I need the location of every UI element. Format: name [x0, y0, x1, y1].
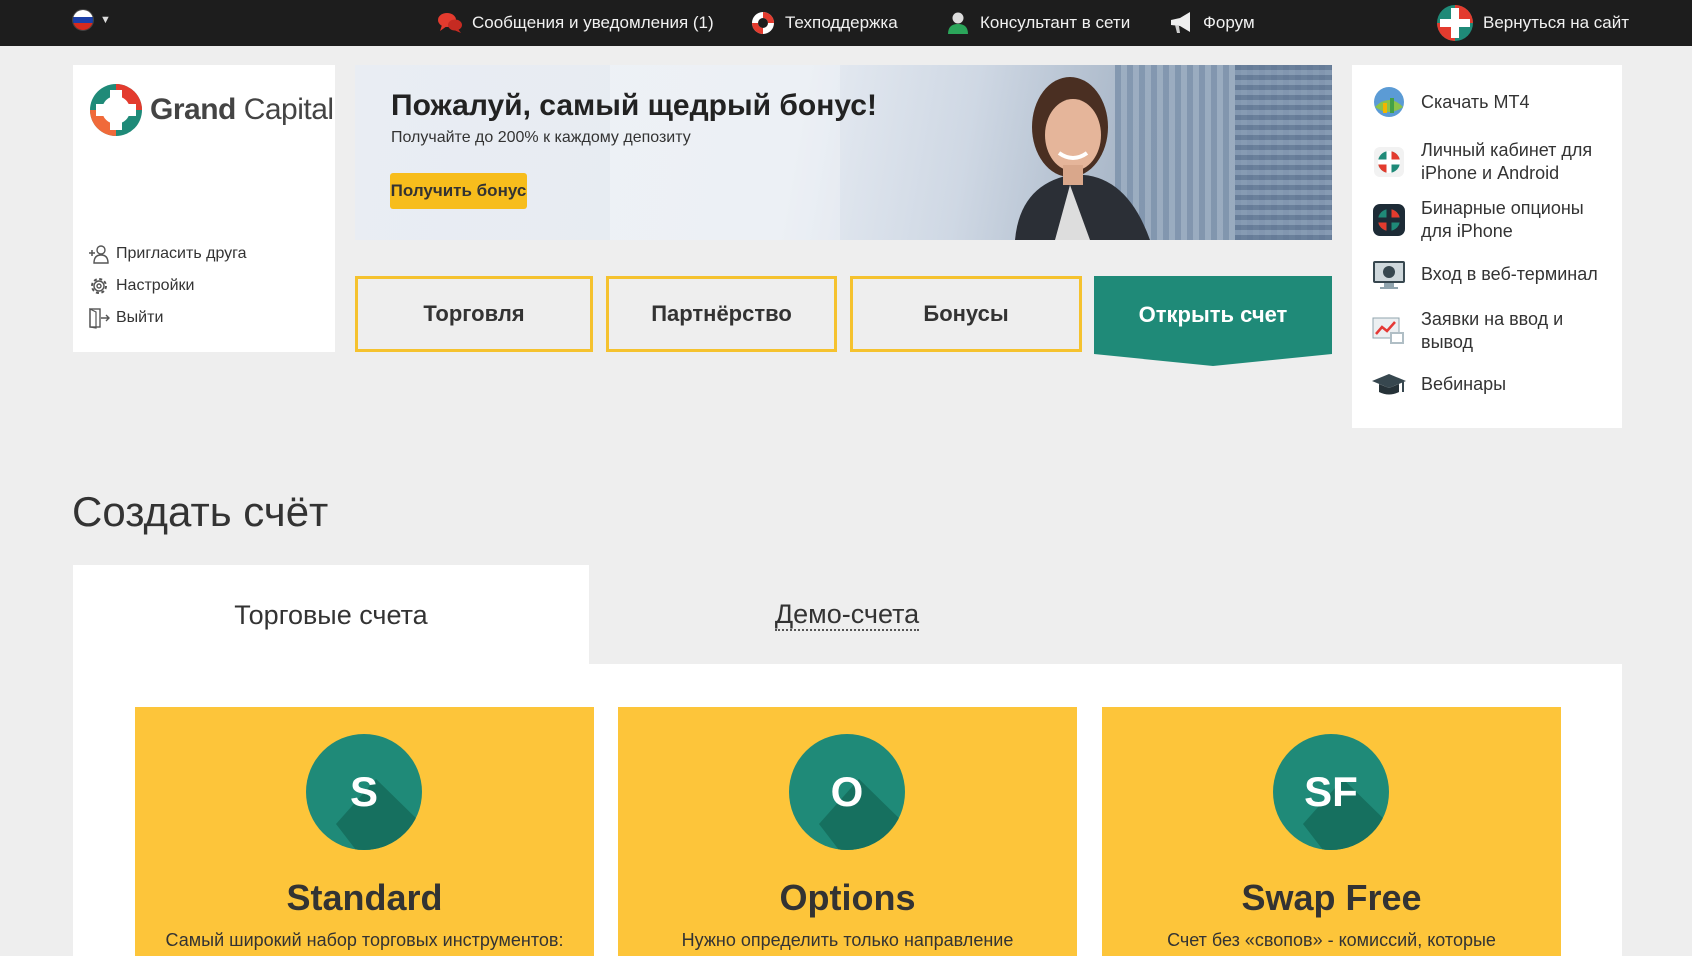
mobile-cabinet-link[interactable]: Личный кабинет для iPhone и Android — [1370, 139, 1611, 185]
invite-user-icon — [89, 245, 109, 264]
logo-text-regular: Capital — [243, 93, 334, 126]
web-terminal-link[interactable]: Вход в веб-терминал — [1370, 255, 1611, 293]
mobile-cabinet-label: Личный кабинет для iPhone и Android — [1421, 140, 1593, 183]
top-bar: ▼ Сообщения и уведомления (1) Техподдерж… — [0, 0, 1692, 46]
banner-building-far — [1235, 65, 1332, 240]
deposit-withdraw-label: Заявки на ввод и вывод — [1421, 309, 1564, 352]
standard-badge-letters: S — [349, 768, 378, 815]
lifebuoy-icon — [752, 12, 774, 34]
tab-trading-accounts-label: Торговые счета — [234, 599, 428, 630]
megaphone-icon — [1171, 12, 1190, 33]
banner-subtitle: Получайте до 200% к каждому депозиту — [391, 129, 691, 146]
russian-flag-icon — [72, 9, 94, 31]
trading-button[interactable]: Торговля — [355, 276, 593, 352]
banner-title: Пожалуй, самый щедрый бонус! — [391, 89, 877, 122]
messages-link[interactable]: Сообщения и уведомления (1) — [437, 0, 714, 46]
bonus-banner[interactable]: Пожалуй, самый щедрый бонус! Получайте д… — [355, 65, 1332, 240]
consultant-label: Консультант в сети — [980, 13, 1131, 32]
web-terminal-label: Вход в веб-терминал — [1421, 263, 1598, 284]
binary-options-icon — [1373, 204, 1405, 236]
banner-woman-photo — [1015, 77, 1150, 240]
partnership-button[interactable]: Партнёрство — [606, 276, 837, 352]
standard-account-card[interactable]: S Standard Самый широкий набор торговых … — [135, 707, 594, 956]
deposit-withdraw-icon — [1372, 317, 1404, 344]
logo-text: Grand Capital — [150, 93, 334, 127]
binary-options-label: Бинарные опционы для iPhone — [1421, 198, 1584, 241]
account-panel: Grand Capital Пригласить друга Настройки — [73, 65, 335, 352]
options-account-title: Options — [779, 877, 916, 918]
grand-capital-logo[interactable]: Grand Capital — [88, 82, 334, 138]
logout-link[interactable]: Выйти — [88, 302, 247, 334]
options-badge-icon: O — [789, 734, 905, 850]
webinars-label: Вебинары — [1421, 373, 1507, 394]
mt4-icon — [1374, 87, 1404, 117]
chat-bubbles-icon — [438, 13, 462, 33]
swap-free-badge-icon: SF — [1273, 734, 1389, 850]
back-to-site-link[interactable]: Вернуться на сайт — [1436, 0, 1629, 46]
grand-capital-logo-mark-icon — [90, 84, 142, 136]
account-links: Пригласить друга Настройки Выйти — [88, 238, 247, 334]
support-label: Техподдержка — [785, 13, 898, 32]
swap-free-badge-letters: SF — [1304, 768, 1358, 815]
messages-label: Сообщения и уведомления (1) — [472, 13, 714, 32]
options-account-card[interactable]: O Options Нужно определить только направ… — [618, 707, 1077, 956]
deposit-withdraw-link[interactable]: Заявки на ввод и вывод — [1370, 308, 1611, 354]
webinars-link[interactable]: Вебинары — [1370, 365, 1611, 403]
language-selector[interactable]: ▼ — [72, 9, 111, 31]
mobile-app-icon — [1374, 147, 1404, 177]
forum-label: Форум — [1203, 13, 1255, 32]
settings-link[interactable]: Настройки — [88, 270, 247, 302]
graduation-cap-icon — [1372, 374, 1406, 395]
chevron-down-icon: ▼ — [100, 14, 111, 26]
tab-trading-accounts[interactable]: Торговые счета — [73, 565, 589, 665]
get-bonus-button[interactable]: Получить бонус — [390, 173, 527, 209]
options-account-description: Нужно определить только направление — [681, 930, 1014, 950]
standard-account-description: Самый широкий набор торговых инструменто… — [165, 930, 564, 950]
open-account-button[interactable]: Открыть счет — [1094, 276, 1332, 366]
logout-label: Выйти — [116, 309, 164, 326]
gear-icon — [91, 278, 107, 294]
download-mt4-label: Скачать MT4 — [1421, 91, 1530, 112]
standard-account-title: Standard — [286, 877, 443, 918]
open-account-label: Открыть счет — [1138, 302, 1288, 327]
consultant-user-icon — [948, 12, 968, 34]
settings-label: Настройки — [116, 277, 195, 294]
tab-demo-accounts-label: Демо-счета — [774, 599, 920, 631]
swap-free-account-title: Swap Free — [1241, 877, 1422, 918]
bonuses-button[interactable]: Бонусы — [850, 276, 1082, 352]
invite-friend-link[interactable]: Пригласить друга — [88, 238, 247, 270]
back-to-site-label: Вернуться на сайт — [1483, 13, 1630, 32]
logo-text-bold: Grand — [150, 93, 236, 126]
tab-demo-accounts[interactable]: Демо-счета — [595, 565, 1099, 665]
swap-free-account-card[interactable]: SF Swap Free Счет без «свопов» - комисси… — [1102, 707, 1561, 956]
binary-options-link[interactable]: Бинарные опционы для iPhone — [1370, 197, 1611, 243]
support-link[interactable]: Техподдержка — [750, 0, 898, 46]
invite-friend-label: Пригласить друга — [116, 245, 247, 262]
standard-badge-icon: S — [306, 734, 422, 850]
create-account-title: Создать счёт — [72, 488, 329, 535]
swap-free-account-description: Счет без «свопов» - комиссий, которые — [1167, 930, 1496, 950]
web-terminal-icon — [1373, 261, 1405, 289]
options-badge-letters: O — [830, 768, 864, 815]
grand-capital-logo-icon — [1437, 5, 1473, 41]
quick-links-panel: Скачать MT4 Личный кабинет для iPhone и … — [1352, 65, 1622, 428]
consultant-link[interactable]: Консультант в сети — [945, 0, 1130, 46]
download-mt4-link[interactable]: Скачать MT4 — [1370, 83, 1611, 121]
forum-link[interactable]: Форум — [1168, 0, 1255, 46]
logout-icon — [89, 308, 110, 329]
